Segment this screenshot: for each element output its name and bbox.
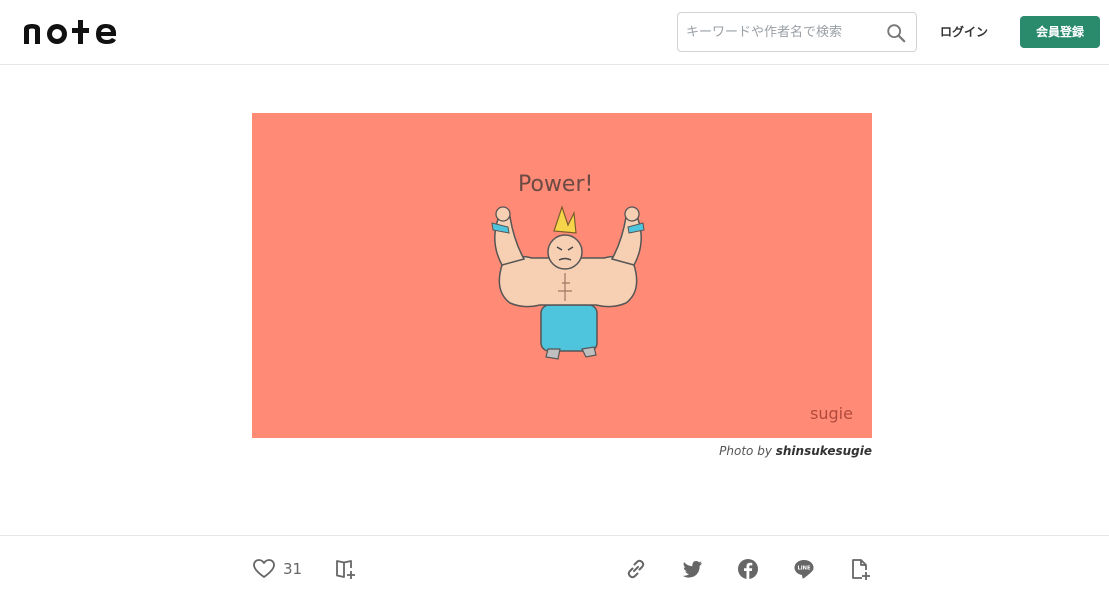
facebook-icon: [738, 559, 758, 579]
power-text: Power!: [518, 172, 593, 197]
add-to-magazine-button[interactable]: [334, 557, 358, 581]
share-facebook-button[interactable]: [736, 557, 760, 581]
link-icon: [627, 559, 645, 579]
like-count: 31: [283, 560, 303, 578]
line-icon: LINE: [794, 560, 814, 579]
share-twitter-button[interactable]: [680, 557, 704, 581]
search-box[interactable]: [677, 12, 917, 52]
eyecatch-image: Power! sugie: [252, 113, 872, 438]
copy-link-button[interactable]: [624, 557, 648, 581]
like-button[interactable]: [252, 557, 276, 581]
photo-credit: Photo by shinsukesugie: [560, 444, 872, 460]
share-line-button[interactable]: LINE: [792, 557, 816, 581]
heart-icon: [253, 559, 275, 578]
signup-button[interactable]: 会員登録: [1020, 16, 1100, 48]
credit-author-link[interactable]: shinsukesugie: [776, 444, 872, 458]
site-header: ログイン 会員登録: [0, 0, 1109, 65]
signature-text: sugie: [810, 404, 853, 423]
credit-prefix: Photo by: [719, 444, 776, 458]
add-note-button[interactable]: [848, 557, 872, 581]
add-note-icon: [852, 559, 870, 580]
add-to-magazine-icon: [336, 560, 355, 579]
power-illustration: Power! sugie: [491, 172, 853, 423]
svg-text:LINE: LINE: [797, 566, 811, 572]
note-logo[interactable]: [24, 18, 124, 48]
search-icon[interactable]: [885, 22, 907, 44]
twitter-icon: [682, 561, 702, 578]
login-button[interactable]: ログイン: [933, 21, 995, 43]
action-bar: 31 LINE: [0, 535, 1109, 600]
search-input[interactable]: [686, 13, 882, 51]
